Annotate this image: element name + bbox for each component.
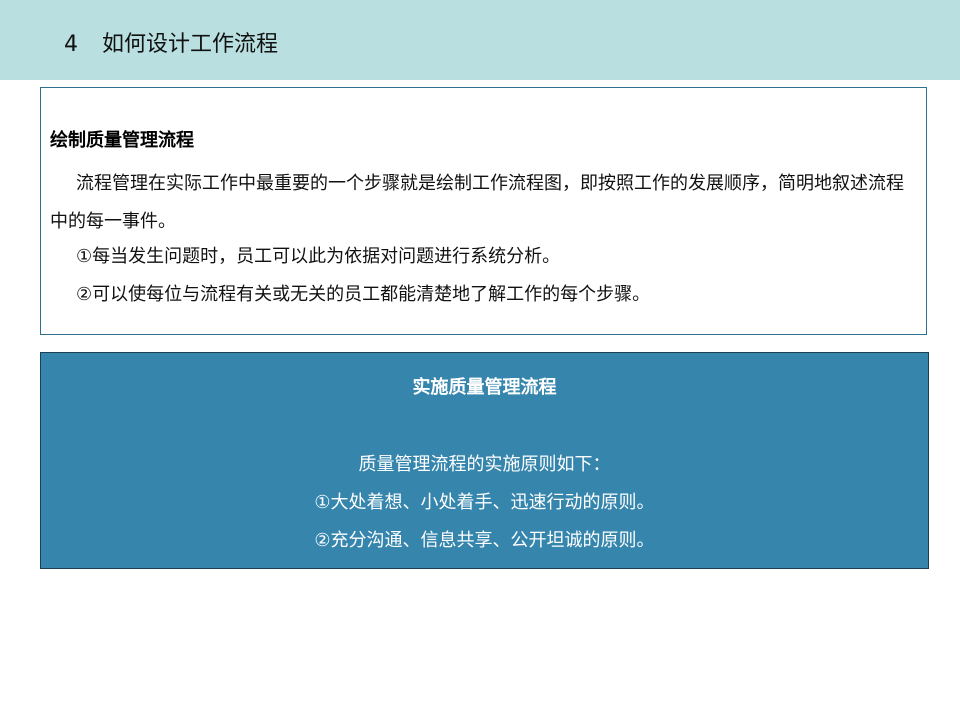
section-title: 如何设计工作流程: [102, 32, 279, 57]
draw-process-paragraph: 流程管理在实际工作中最重要的一个步骤就是绘制工作流程图，即按照工作的发展顺序，简…: [50, 173, 904, 232]
section-number: 4: [64, 32, 78, 57]
draw-process-point-1: ①每当发生问题时，员工可以此为依据对问题进行系统分析。: [76, 246, 561, 267]
draw-process-box: 绘制质量管理流程 流程管理在实际工作中最重要的一个步骤就是绘制工作流程图，即按照…: [40, 87, 927, 335]
implement-process-heading: 实施质量管理流程: [412, 377, 557, 398]
implement-process-point-2: ②充分沟通、信息共享、公开坦诚的原则。: [314, 530, 655, 551]
implement-process-box: 实施质量管理流程 质量管理流程的实施原则如下： ①大处着想、小处着手、迅速行动的…: [40, 352, 929, 569]
draw-process-heading: 绘制质量管理流程: [50, 130, 194, 151]
draw-process-point-2: ②可以使每位与流程有关或无关的员工都能清楚地了解工作的每个步骤。: [76, 284, 651, 305]
header-bar: 4 如何设计工作流程: [0, 0, 960, 80]
implement-process-point-1: ①大处着想、小处着手、迅速行动的原则。: [314, 492, 655, 513]
implement-process-intro: 质量管理流程的实施原则如下：: [358, 454, 611, 475]
slide-title: 4 如何设计工作流程: [64, 30, 278, 60]
